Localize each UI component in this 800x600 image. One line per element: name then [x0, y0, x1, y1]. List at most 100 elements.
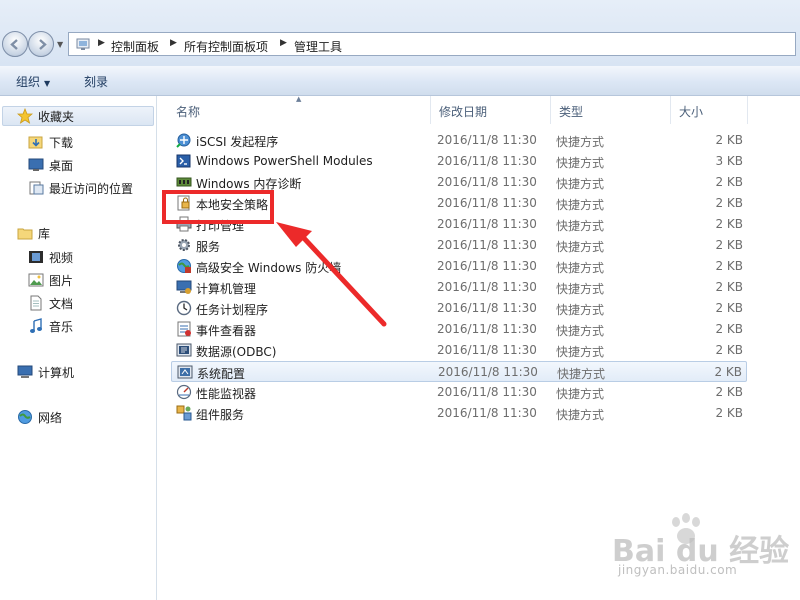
column-header-type[interactable]: 类型	[551, 96, 670, 124]
file-size: 2 KB	[715, 385, 743, 399]
file-row[interactable]: 任务计划程序 2016/11/8 11:30 快捷方式 2 KB	[171, 298, 747, 319]
breadcrumb-separator-icon[interactable]: ▶	[280, 38, 287, 48]
music-note-icon	[30, 318, 42, 333]
file-date: 2016/11/8 11:30	[437, 238, 537, 252]
services-icon	[178, 239, 190, 251]
computer-icon	[17, 365, 33, 378]
file-size: 2 KB	[715, 406, 743, 420]
file-row-selected[interactable]: 系统配置 2016/11/8 11:30 快捷方式 2 KB	[171, 361, 747, 382]
system-config-icon	[177, 365, 193, 379]
column-header-name[interactable]: ▲ 名称	[168, 95, 430, 124]
file-type: 快捷方式	[556, 282, 605, 296]
file-date: 2016/11/8 11:30	[438, 365, 538, 379]
file-row[interactable]: 服务 2016/11/8 11:30 快捷方式 2 KB	[171, 235, 747, 256]
nav-item-label: 视频	[49, 251, 74, 265]
file-date: 2016/11/8 11:30	[437, 133, 537, 147]
documents-icon	[30, 295, 42, 311]
sort-ascending-icon: ▲	[296, 95, 302, 103]
nav-item-label: 网络	[38, 411, 63, 425]
file-date: 2016/11/8 11:30	[437, 385, 537, 399]
odbc-icon	[176, 343, 192, 357]
breadcrumb-admin-tools[interactable]: 管理工具	[294, 38, 342, 55]
desktop-icon	[28, 158, 44, 171]
libraries-icon	[17, 228, 33, 240]
chevron-down-icon: ▼	[44, 79, 51, 88]
column-header-date[interactable]: 修改日期	[431, 96, 550, 124]
computer-management-icon	[176, 280, 192, 294]
watermark-url: jingyan.baidu.com	[618, 563, 738, 577]
file-row[interactable]: 性能监视器 2016/11/8 11:30 快捷方式 2 KB	[171, 382, 747, 403]
file-date: 2016/11/8 11:30	[437, 259, 537, 273]
file-type: 快捷方式	[556, 219, 605, 233]
file-type: 快捷方式	[556, 261, 605, 275]
file-type: 快捷方式	[556, 345, 605, 359]
column-header-label: 大小	[679, 105, 704, 119]
file-row[interactable]: 高级安全 Windows 防火墙 2016/11/8 11:30 快捷方式 2 …	[171, 256, 747, 277]
file-row[interactable]: 数据源(ODBC) 2016/11/8 11:30 快捷方式 2 KB	[171, 340, 747, 361]
file-size: 3 KB	[715, 154, 743, 168]
star-icon	[17, 108, 33, 124]
address-bar-area: ▼ ▶ 控制面板 ▶ 所有控制面板项 ▶ 管理工具	[0, 0, 800, 66]
column-divider[interactable]	[747, 96, 748, 124]
recent-pages-dropdown[interactable]: ▼	[57, 40, 63, 49]
breadcrumb-all-items[interactable]: 所有控制面板项	[184, 38, 268, 55]
forward-arrow-icon	[39, 39, 47, 50]
file-date: 2016/11/8 11:30	[437, 322, 537, 336]
network-icon	[18, 410, 32, 424]
organize-menu-button[interactable]: 组织 ▼	[16, 73, 50, 90]
file-name: iSCSI 发起程序	[196, 135, 279, 149]
nav-item-label: 最近访问的位置	[49, 182, 134, 196]
file-type: 快捷方式	[556, 387, 605, 401]
memory-diagnostic-icon	[176, 177, 192, 187]
file-size: 2 KB	[715, 175, 743, 189]
file-row[interactable]: Windows PowerShell Modules 2016/11/8 11:…	[171, 151, 747, 172]
recent-places-icon	[29, 181, 44, 195]
file-date: 2016/11/8 11:30	[437, 301, 537, 315]
column-header-size[interactable]: 大小	[671, 96, 747, 124]
address-box[interactable]: ▶ 控制面板 ▶ 所有控制面板项 ▶ 管理工具	[68, 32, 796, 56]
nav-item-label: 图片	[49, 274, 74, 288]
component-services-icon	[176, 405, 192, 421]
breadcrumb-control-panel[interactable]: 控制面板	[111, 38, 159, 55]
file-name: 高级安全 Windows 防火墙	[196, 261, 342, 275]
pictures-icon	[28, 273, 44, 287]
back-button[interactable]	[2, 31, 28, 57]
file-size: 2 KB	[715, 133, 743, 147]
file-type: 快捷方式	[556, 156, 605, 170]
file-type: 快捷方式	[556, 408, 605, 422]
videos-icon	[29, 251, 43, 263]
task-scheduler-icon	[176, 300, 192, 316]
file-date: 2016/11/8 11:30	[437, 343, 537, 357]
file-size: 2 KB	[714, 365, 742, 379]
file-row[interactable]: 事件查看器 2016/11/8 11:30 快捷方式 2 KB	[171, 319, 747, 340]
nav-item-label: 库	[38, 227, 51, 241]
burn-button[interactable]: 刻录	[84, 73, 108, 90]
breadcrumb-separator-icon[interactable]: ▶	[170, 38, 177, 48]
breadcrumb-separator-icon[interactable]: ▶	[98, 38, 105, 48]
file-date: 2016/11/8 11:30	[437, 280, 537, 294]
file-size: 2 KB	[715, 217, 743, 231]
control-panel-icon	[76, 38, 90, 50]
file-row[interactable]: iSCSI 发起程序 2016/11/8 11:30 快捷方式 2 KB	[171, 130, 747, 151]
firewall-icon	[177, 259, 191, 273]
file-type: 快捷方式	[556, 177, 605, 191]
file-row[interactable]: 计算机管理 2016/11/8 11:30 快捷方式 2 KB	[171, 277, 747, 298]
file-name: 性能监视器	[196, 387, 257, 401]
file-type: 快捷方式	[556, 240, 605, 254]
file-name: 数据源(ODBC)	[196, 345, 277, 359]
file-type: 快捷方式	[556, 303, 605, 317]
navigation-pane: 收藏夹 下载 桌面 最近访问的位置 库 视频 图片 文档 音乐 计算机 网络	[0, 96, 157, 600]
file-row[interactable]: 组件服务 2016/11/8 11:30 快捷方式 2 KB	[171, 403, 747, 424]
column-header-row: ▲ 名称 修改日期 类型 大小	[168, 95, 800, 124]
file-size: 2 KB	[715, 343, 743, 357]
forward-button[interactable]	[28, 31, 54, 57]
file-type: 快捷方式	[557, 367, 606, 381]
file-name: 计算机管理	[196, 282, 257, 296]
organize-label: 组织	[16, 75, 41, 89]
file-size: 2 KB	[715, 196, 743, 210]
nav-item-label: 下载	[49, 136, 74, 150]
file-name: Windows PowerShell Modules	[196, 154, 373, 168]
file-type: 快捷方式	[556, 198, 605, 212]
back-arrow-icon	[10, 39, 18, 50]
file-type: 快捷方式	[556, 324, 605, 338]
